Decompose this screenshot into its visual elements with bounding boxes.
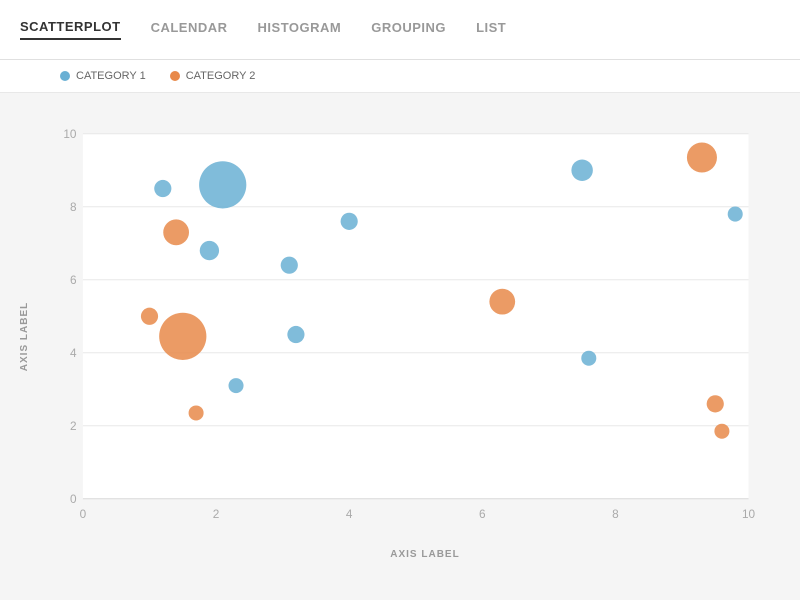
app-container: SCATTERPLOT CALENDAR HISTOGRAM GROUPING … [0,0,800,600]
svg-text:2: 2 [213,507,220,521]
svg-text:4: 4 [346,507,353,521]
legend-bar: CATEGORY 1 CATEGORY 2 [0,60,800,93]
tab-list[interactable]: LIST [476,20,506,39]
svg-text:6: 6 [70,273,77,287]
x-axis-label: AXIS LABEL [390,549,459,560]
tab-histogram[interactable]: HISTOGRAM [258,20,342,39]
chart-wrapper: AXIS LABEL 0 2 4 6 8 10 0 2 4 6 8 10 AXIS LABEL [0,93,800,600]
chart-inner: 0 2 4 6 8 10 0 2 4 6 8 10 AXIS LABEL [40,113,770,560]
tab-scatterplot[interactable]: SCATTERPLOT [20,19,121,40]
svg-text:0: 0 [80,507,87,521]
svg-text:6: 6 [479,507,486,521]
legend-dot-cat1 [60,71,70,81]
tab-calendar[interactable]: CALENDAR [151,20,228,39]
svg-text:10: 10 [63,127,77,141]
legend-label-cat2: CATEGORY 2 [186,70,256,82]
svg-text:10: 10 [742,507,756,521]
x-label-container: AXIS LABEL [40,541,770,560]
y-axis-label: AXIS LABEL [20,302,31,371]
svg-text:8: 8 [612,507,619,521]
svg-text:0: 0 [70,492,77,506]
legend-label-cat1: CATEGORY 1 [76,70,146,82]
svg-text:8: 8 [70,200,77,214]
svg-text:2: 2 [70,419,77,433]
legend-category1: CATEGORY 1 [60,70,146,82]
legend-dot-cat2 [170,71,180,81]
tab-navigation: SCATTERPLOT CALENDAR HISTOGRAM GROUPING … [0,0,800,60]
legend-category2: CATEGORY 2 [170,70,256,82]
y-label-container: AXIS LABEL [10,113,40,560]
tab-grouping[interactable]: GROUPING [371,20,446,39]
scatterplot-svg: 0 2 4 6 8 10 0 2 4 6 8 10 [40,113,770,541]
svg-text:4: 4 [70,346,77,360]
